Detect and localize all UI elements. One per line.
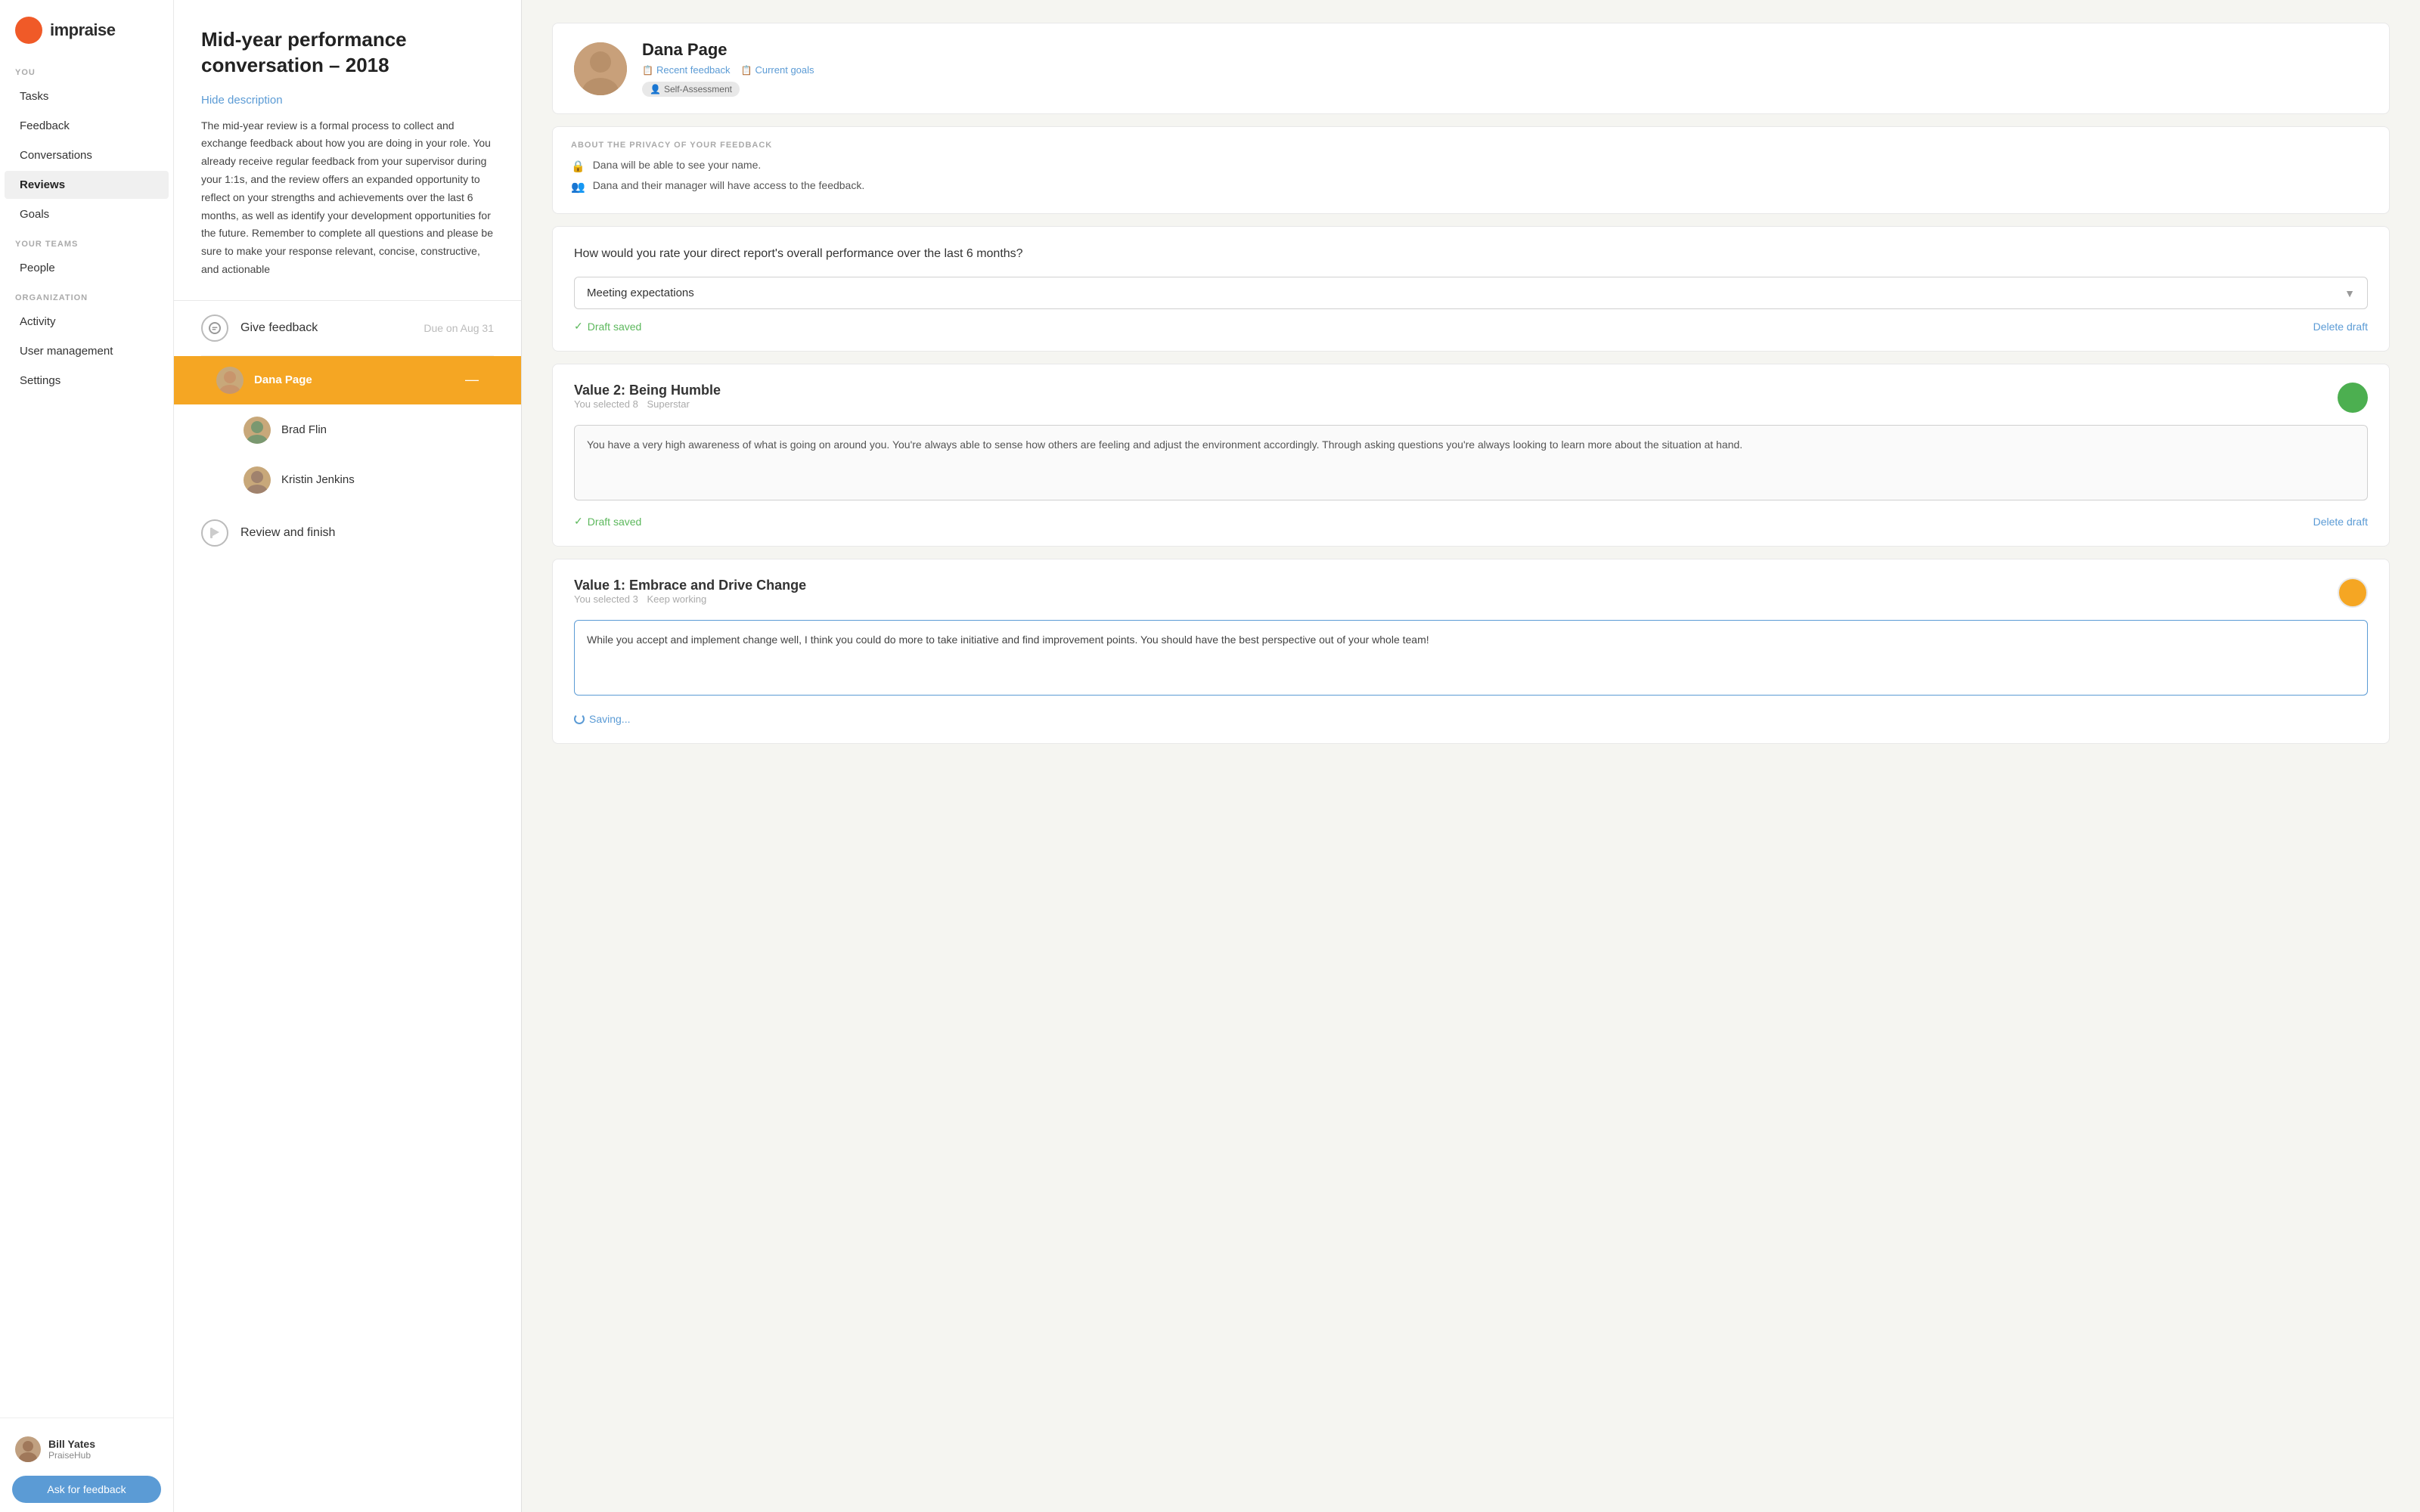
user-org: PraiseHub	[48, 1450, 95, 1461]
value2-draft-saved: ✓ Draft saved	[574, 515, 641, 528]
privacy-item-1: 🔒 Dana will be able to see your name.	[571, 159, 2371, 173]
finish-icon	[201, 519, 228, 547]
performance-dropdown[interactable]: Meeting expectations ▼	[574, 277, 2368, 309]
sidebar-item-conversations[interactable]: Conversations	[5, 141, 169, 169]
dana-avatar-large	[574, 42, 627, 95]
section-your-teams: YOUR TEAMS	[0, 229, 173, 253]
privacy-label: ABOUT THE PRIVACY OF YOUR FEEDBACK	[571, 141, 2371, 150]
sidebar-item-user-management[interactable]: User management	[5, 337, 169, 365]
person-item-brad[interactable]: Brad Flin	[201, 406, 494, 454]
logo: impraise	[0, 0, 173, 57]
sidebar-item-people[interactable]: People	[5, 254, 169, 282]
sidebar-item-reviews[interactable]: Reviews	[5, 171, 169, 199]
give-feedback-label: Give feedback	[240, 321, 318, 335]
left-panel: Mid-year performance conversation – 2018…	[174, 0, 522, 1512]
give-feedback-step: Give feedback Due on Aug 31	[201, 301, 494, 356]
value2-card: Value 2: Being Humble You selected 8 Sup…	[552, 364, 2390, 547]
value1-saving-row: Saving...	[574, 713, 2368, 725]
conversation-title: Mid-year performance conversation – 2018	[201, 27, 494, 79]
sidebar-item-tasks[interactable]: Tasks	[5, 82, 169, 110]
sidebar-item-settings[interactable]: Settings	[5, 367, 169, 395]
review-finish-label: Review and finish	[240, 526, 335, 540]
logo-text: impraise	[50, 20, 116, 40]
person-name-kristin: Kristin Jenkins	[281, 473, 355, 486]
privacy-item-2: 👥 Dana and their manager will have acces…	[571, 179, 2371, 194]
overall-question-text: How would you rate your direct report's …	[574, 245, 2368, 263]
sidebar-item-goals[interactable]: Goals	[5, 200, 169, 228]
external-link-icon-1: 📋	[642, 65, 653, 76]
person-item-dana[interactable]: Dana Page —	[174, 356, 521, 404]
value2-delete-draft[interactable]: Delete draft	[2313, 516, 2368, 528]
main-content: Mid-year performance conversation – 2018…	[174, 0, 2420, 1512]
value1-sub: You selected 3 Keep working	[574, 593, 806, 605]
give-feedback-due: Due on Aug 31	[424, 322, 494, 334]
person-item-kristin[interactable]: Kristin Jenkins	[201, 456, 494, 504]
section-you: YOU	[0, 57, 173, 82]
value1-textarea[interactable]: While you accept and implement change we…	[574, 620, 2368, 696]
section-organization: ORGANIZATION	[0, 283, 173, 307]
person-header-card: Dana Page 📋 Recent feedback 📋 Current go…	[552, 23, 2390, 114]
review-finish-step: Review and finish	[201, 506, 494, 560]
recent-feedback-link[interactable]: 📋 Recent feedback	[642, 64, 731, 76]
chevron-down-icon: ▼	[2344, 287, 2355, 299]
value2-draft-row: ✓ Draft saved Delete draft	[574, 515, 2368, 528]
sidebar-bottom: Bill Yates PraiseHub Ask for feedback	[0, 1418, 173, 1512]
user-avatar	[15, 1436, 41, 1462]
user-name: Bill Yates	[48, 1438, 95, 1450]
value1-title: Value 1: Embrace and Drive Change	[574, 578, 806, 593]
sidebar-item-feedback[interactable]: Feedback	[5, 112, 169, 140]
person-header-name: Dana Page	[642, 40, 814, 60]
person-header-links: 📋 Recent feedback 📋 Current goals	[642, 64, 814, 76]
value1-card: Value 1: Embrace and Drive Change You se…	[552, 559, 2390, 744]
sidebar-item-activity[interactable]: Activity	[5, 308, 169, 336]
check-icon: ✓	[574, 320, 583, 333]
lock-icon: 🔒	[571, 160, 585, 173]
person-name-dana: Dana Page	[254, 373, 312, 386]
person-header-info: Dana Page 📋 Recent feedback 📋 Current go…	[642, 40, 814, 97]
overall-delete-draft[interactable]: Delete draft	[2313, 321, 2368, 333]
kristin-avatar-small	[244, 466, 271, 494]
privacy-card: ABOUT THE PRIVACY OF YOUR FEEDBACK 🔒 Dan…	[552, 126, 2390, 214]
current-goals-link[interactable]: 📋 Current goals	[741, 64, 814, 76]
value1-header: Value 1: Embrace and Drive Change You se…	[574, 578, 2368, 617]
value2-textarea[interactable]: You have a very high awareness of what i…	[574, 425, 2368, 500]
overall-draft-saved: ✓ Draft saved	[574, 320, 641, 333]
saving-spinner	[574, 714, 585, 724]
description-text: The mid-year review is a formal process …	[201, 117, 494, 279]
user-info: Bill Yates PraiseHub	[12, 1430, 161, 1468]
value2-badge	[2338, 383, 2368, 413]
brad-avatar-small	[244, 417, 271, 444]
value2-header: Value 2: Being Humble You selected 8 Sup…	[574, 383, 2368, 422]
overall-question-card: How would you rate your direct report's …	[552, 226, 2390, 352]
people-icon: 👥	[571, 180, 585, 194]
ask-feedback-button[interactable]: Ask for feedback	[12, 1476, 161, 1503]
active-dash: —	[465, 372, 479, 388]
value2-title: Value 2: Being Humble	[574, 383, 721, 398]
overall-draft-row: ✓ Draft saved Delete draft	[574, 320, 2368, 333]
self-assessment-badge: 👤 Self-Assessment	[642, 82, 740, 97]
person-name-brad: Brad Flin	[281, 423, 327, 436]
value1-badge	[2338, 578, 2368, 608]
saving-label: Saving...	[589, 713, 630, 725]
dana-avatar-small	[216, 367, 244, 394]
external-link-icon-2: 📋	[741, 65, 752, 76]
sidebar: impraise YOU Tasks Feedback Conversation…	[0, 0, 174, 1512]
right-panel: Dana Page 📋 Recent feedback 📋 Current go…	[522, 0, 2420, 1512]
hide-description-link[interactable]: Hide description	[201, 94, 494, 107]
value2-sub: You selected 8 Superstar	[574, 398, 721, 410]
logo-icon	[15, 17, 42, 44]
check-icon-2: ✓	[574, 515, 583, 528]
give-feedback-icon	[201, 314, 228, 342]
person-icon: 👤	[650, 84, 661, 94]
